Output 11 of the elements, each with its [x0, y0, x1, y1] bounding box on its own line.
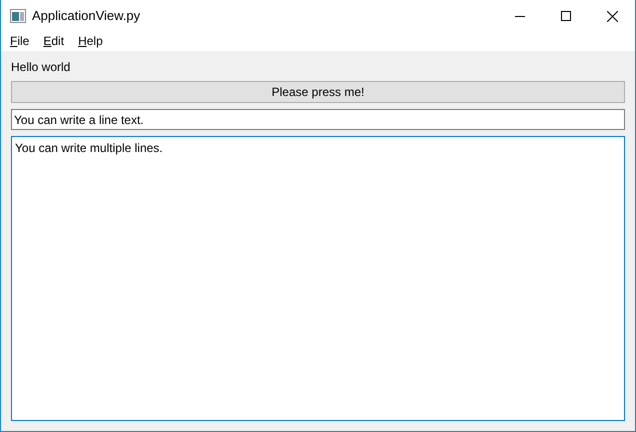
app-icon [10, 9, 26, 23]
menu-item[interactable]: Edit [36, 32, 72, 51]
greeting-label: Hello world [11, 59, 72, 75]
maximize-icon [561, 11, 571, 21]
multiline-text-field[interactable]: You can write multiple lines. [11, 136, 625, 421]
menu-item[interactable]: Help [71, 32, 110, 51]
menu-item[interactable]: File [3, 32, 36, 51]
close-icon [606, 10, 618, 22]
window-title: ApplicationView.py [32, 7, 140, 26]
press-button[interactable]: Please press me! [11, 81, 625, 103]
line-text-field[interactable]: You can write a line text. [11, 109, 625, 130]
